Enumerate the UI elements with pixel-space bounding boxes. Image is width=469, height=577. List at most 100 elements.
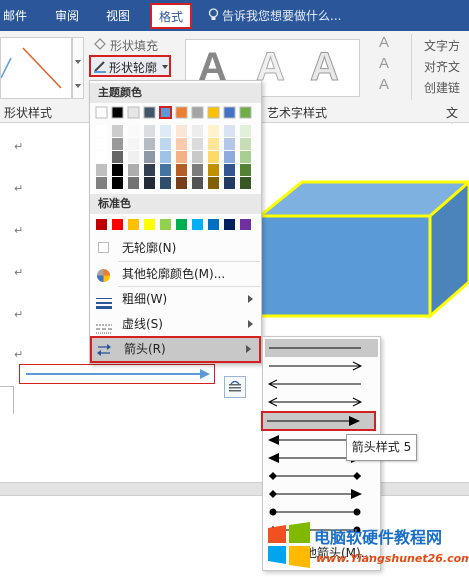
theme-color-shade[interactable] (144, 125, 155, 137)
theme-color-shade[interactable] (112, 177, 123, 189)
tab-review[interactable]: 审阅 (55, 7, 79, 24)
standard-color-swatch[interactable] (144, 219, 155, 230)
theme-color-shade[interactable] (128, 164, 139, 176)
layout-options-button[interactable] (224, 376, 246, 398)
dashes-item[interactable]: 虚线(S) (90, 312, 261, 336)
theme-color-shade[interactable] (224, 151, 235, 163)
theme-color-shade[interactable] (128, 177, 139, 189)
theme-color-shade[interactable] (144, 138, 155, 150)
theme-color-shade[interactable] (96, 177, 107, 189)
standard-color-swatch[interactable] (160, 219, 171, 230)
theme-color-swatch[interactable] (191, 106, 204, 119)
theme-color-shade[interactable] (160, 164, 171, 176)
theme-color-shade[interactable] (144, 177, 155, 189)
theme-color-shade[interactable] (112, 138, 123, 150)
theme-color-shade[interactable] (208, 177, 219, 189)
theme-color-shade[interactable] (192, 151, 203, 163)
more-outline-colors-item[interactable]: 其他轮廓颜色(M)... (90, 262, 261, 286)
theme-color-shade[interactable] (128, 125, 139, 137)
theme-color-swatch[interactable] (223, 106, 236, 119)
text-direction-button[interactable]: 文字方 (424, 37, 460, 54)
standard-color-swatch[interactable] (96, 219, 107, 230)
theme-color-shade[interactable] (240, 125, 251, 137)
theme-color-swatch[interactable] (207, 106, 220, 119)
theme-color-shade[interactable] (128, 138, 139, 150)
theme-color-shade[interactable] (160, 177, 171, 189)
theme-color-shade[interactable] (128, 151, 139, 163)
wordart-style-3[interactable]: A (310, 45, 340, 90)
theme-color-shade[interactable] (224, 177, 235, 189)
theme-color-shade[interactable] (240, 164, 251, 176)
theme-color-shade[interactable] (224, 164, 235, 176)
theme-color-shade[interactable] (192, 164, 203, 176)
theme-color-shade[interactable] (160, 125, 171, 137)
theme-color-shade[interactable] (224, 125, 235, 137)
tell-me-search[interactable]: 告诉我您想要做什么... (222, 7, 341, 24)
theme-color-shade[interactable] (176, 164, 187, 176)
theme-color-shade[interactable] (112, 125, 123, 137)
no-outline-item[interactable]: 无轮廓(N) (90, 236, 261, 260)
theme-color-shade[interactable] (208, 151, 219, 163)
theme-color-swatch[interactable] (159, 106, 172, 119)
standard-color-swatch[interactable] (224, 219, 235, 230)
arrow-style-8[interactable] (265, 467, 378, 485)
theme-color-shade[interactable] (208, 125, 219, 137)
theme-color-shade[interactable] (192, 125, 203, 137)
standard-color-swatch[interactable] (192, 219, 203, 230)
align-text-button[interactable]: 对齐文 (424, 58, 460, 75)
theme-color-shade[interactable] (144, 151, 155, 163)
theme-color-shade[interactable] (144, 164, 155, 176)
theme-color-shade[interactable] (240, 138, 251, 150)
theme-color-shade[interactable] (112, 164, 123, 176)
text-fill-icon[interactable]: A (379, 34, 389, 51)
gallery-scroll[interactable] (72, 37, 84, 99)
theme-color-shade[interactable] (176, 125, 187, 137)
theme-color-shade[interactable] (160, 151, 171, 163)
theme-color-shade[interactable] (192, 138, 203, 150)
theme-color-shade[interactable] (160, 138, 171, 150)
shape-fill-button[interactable]: 形状填充 (93, 36, 185, 54)
weight-item[interactable]: 粗细(W) (90, 287, 261, 311)
theme-color-shade[interactable] (208, 138, 219, 150)
shape-outline-button[interactable]: 形状轮廓 (89, 55, 171, 77)
theme-color-shade[interactable] (96, 164, 107, 176)
standard-color-swatch[interactable] (112, 219, 123, 230)
theme-color-shade[interactable] (176, 138, 187, 150)
theme-color-shade[interactable] (240, 151, 251, 163)
theme-color-swatch[interactable] (143, 106, 156, 119)
arrow-style-3[interactable] (265, 375, 378, 393)
theme-color-shade[interactable] (224, 138, 235, 150)
theme-color-shade[interactable] (96, 138, 107, 150)
cube-shape[interactable] (258, 176, 469, 324)
tab-view[interactable]: 视图 (106, 7, 130, 24)
theme-color-swatch[interactable] (111, 106, 124, 119)
shape-style-gallery[interactable] (0, 37, 72, 99)
text-outline-icon[interactable]: A (379, 55, 389, 72)
theme-color-shade[interactable] (96, 125, 107, 137)
theme-color-shade[interactable] (96, 151, 107, 163)
tab-mailings[interactable]: 邮件 (3, 7, 27, 24)
standard-color-swatch[interactable] (176, 219, 187, 230)
selected-arrow-line[interactable] (19, 364, 215, 384)
theme-color-swatch[interactable] (239, 106, 252, 119)
theme-color-swatch[interactable] (175, 106, 188, 119)
standard-color-swatch[interactable] (208, 219, 219, 230)
theme-color-shade[interactable] (112, 151, 123, 163)
arrow-style-5[interactable] (261, 411, 376, 431)
text-effects-icon[interactable]: A (379, 76, 389, 93)
arrow-style-4[interactable] (265, 393, 378, 411)
theme-color-shade[interactable] (240, 177, 251, 189)
standard-color-swatch[interactable] (128, 219, 139, 230)
standard-color-swatch[interactable] (240, 219, 251, 230)
create-link-button[interactable]: 创建链 (424, 79, 460, 96)
arrows-item[interactable]: 箭头(R) (90, 336, 261, 363)
theme-color-shade[interactable] (176, 177, 187, 189)
tab-format[interactable]: 格式 (150, 3, 192, 29)
theme-color-shade[interactable] (192, 177, 203, 189)
arrow-style-9[interactable] (265, 485, 378, 503)
theme-color-swatch[interactable] (95, 106, 108, 119)
theme-color-shade[interactable] (208, 164, 219, 176)
arrow-style-1[interactable] (265, 339, 378, 357)
theme-color-shade[interactable] (176, 151, 187, 163)
arrow-style-2[interactable] (265, 357, 378, 375)
